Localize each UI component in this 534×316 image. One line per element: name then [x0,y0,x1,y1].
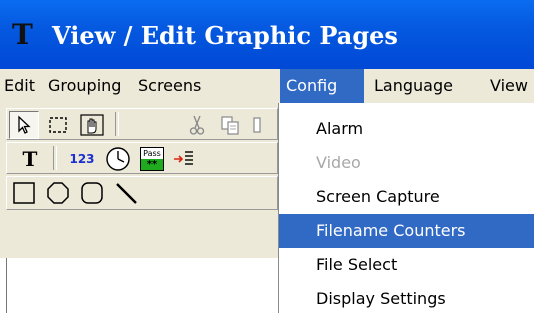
menu-screens[interactable]: Screens [132,69,207,103]
paste-icon[interactable] [247,111,267,139]
numeric-tool-button[interactable]: 123 [67,145,97,173]
toolbar-separator [115,112,119,136]
config-menu-item-alarm[interactable]: Alarm [279,112,534,146]
pass-stars: ** [141,159,163,170]
rounded-rect-icon[interactable] [77,179,107,207]
config-dropdown-menu: Alarm Video Screen Capture Filename Coun… [278,103,534,313]
toolbar-row-shapes [6,176,278,210]
config-menu-item-file-select[interactable]: File Select [279,248,534,282]
rectangle-icon[interactable] [9,179,39,207]
menu-language[interactable]: Language [368,69,459,103]
copy-icon[interactable] [215,111,245,139]
pointer-icon[interactable] [9,111,39,139]
menu-edit[interactable]: Edit [0,69,41,103]
cut-icon[interactable] [182,111,212,139]
toolbar-separator [53,146,57,170]
octagon-icon[interactable] [43,179,73,207]
config-menu-item-display-settings[interactable]: Display Settings [279,282,534,316]
marquee-select-icon[interactable] [43,111,73,139]
config-menu-item-screen-capture[interactable]: Screen Capture [279,180,534,214]
menu-bar: Edit Grouping Screens Config Language Vi… [0,69,534,103]
config-menu-item-video: Video [316,153,361,172]
window-title: View / Edit Graphic Pages [52,21,398,50]
text-tool-button[interactable]: T [15,145,45,173]
arrow-list-icon[interactable] [169,145,199,173]
app-logo-icon: T [12,18,33,51]
menu-view[interactable]: View [484,69,534,103]
config-menu-item-filename-counters[interactable]: Filename Counters [279,214,534,248]
menu-config[interactable]: Config [280,69,364,103]
line-icon[interactable] [111,179,141,207]
pass-label: Pass [141,148,163,159]
pass-indicator-button[interactable]: Pass ** [137,145,167,173]
clock-icon[interactable] [103,145,133,173]
canvas-left-border [6,258,7,313]
toolbar-row-edit [6,108,278,140]
menu-grouping[interactable]: Grouping [42,69,127,103]
toolbar-row-objects: T 123 Pass ** [6,142,278,174]
title-bar: T View / Edit Graphic Pages [0,0,534,69]
hand-pan-icon[interactable] [77,111,107,139]
